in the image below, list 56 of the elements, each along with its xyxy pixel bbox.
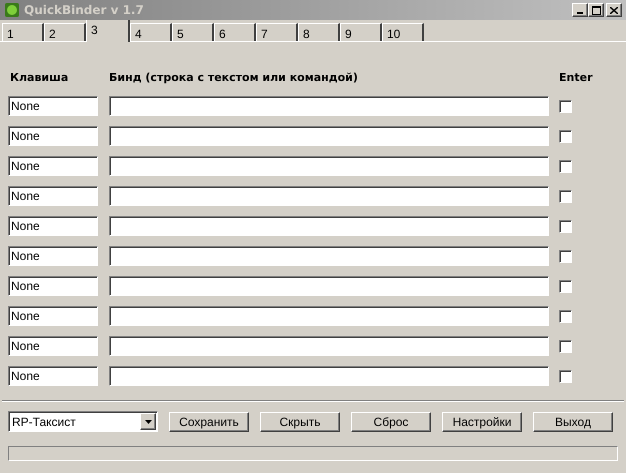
app-icon [4, 2, 20, 18]
tab[interactable]: 5 [172, 23, 214, 41]
bind-field[interactable] [109, 216, 549, 236]
button[interactable]: Скрыть [260, 412, 340, 432]
key-field[interactable]: None [8, 336, 98, 356]
bind-field[interactable] [109, 96, 549, 116]
enter-checkbox[interactable] [559, 340, 572, 352]
tab[interactable]: 9 [340, 23, 382, 41]
window-title: QuickBinder v 1.7 [24, 2, 144, 19]
enter-checkbox[interactable] [559, 160, 572, 172]
tab[interactable]: 10 [382, 23, 424, 41]
enter-checkbox[interactable] [559, 220, 572, 232]
column-header: Бинд (строка с текстом или командой) [109, 70, 359, 86]
button[interactable]: Сброс [351, 412, 431, 432]
bind-field[interactable] [109, 336, 549, 356]
close-button[interactable] [606, 3, 622, 17]
button[interactable]: Сохранить [169, 412, 249, 432]
enter-checkbox[interactable] [559, 280, 572, 292]
bind-field[interactable] [109, 156, 549, 176]
key-field[interactable]: None [8, 126, 98, 146]
enter-checkbox[interactable] [559, 250, 572, 262]
key-field[interactable]: None [8, 186, 98, 206]
bind-field[interactable] [109, 276, 549, 296]
tab[interactable]: 6 [214, 23, 256, 41]
enter-checkbox[interactable] [559, 190, 572, 202]
key-field[interactable]: None [8, 156, 98, 176]
enter-checkbox[interactable] [559, 370, 572, 382]
bind-field[interactable] [109, 186, 549, 206]
tab[interactable]: 7 [256, 23, 298, 41]
tab[interactable]: 3 [86, 20, 130, 42]
maximize-button[interactable] [588, 3, 604, 17]
profile-dropdown[interactable]: RP-Таксист [8, 411, 158, 432]
bind-field[interactable] [109, 366, 549, 386]
key-field[interactable]: None [8, 96, 98, 116]
column-header: Enter [559, 70, 592, 86]
column-header: Клавиша [9, 70, 70, 86]
maximize-icon [592, 6, 600, 14]
key-field[interactable]: None [8, 276, 98, 296]
enter-checkbox[interactable] [559, 130, 572, 142]
key-field[interactable]: None [8, 216, 98, 236]
key-field[interactable]: None [8, 306, 98, 326]
enter-checkbox[interactable] [559, 310, 572, 322]
caret-icon [144, 420, 152, 424]
tab[interactable]: 4 [130, 23, 172, 41]
minimize-button[interactable] [572, 3, 588, 17]
bind-field[interactable] [109, 306, 549, 326]
tab[interactable]: 1 [2, 23, 44, 41]
key-field[interactable]: None [8, 246, 98, 266]
bind-field[interactable] [109, 126, 549, 146]
key-field[interactable]: None [8, 366, 98, 386]
enter-checkbox[interactable] [559, 100, 572, 112]
button[interactable]: Выход [533, 412, 613, 432]
tab[interactable]: 8 [298, 23, 340, 41]
bind-field[interactable] [109, 246, 549, 266]
button[interactable]: Настройки [442, 412, 522, 432]
close-icon [610, 6, 618, 14]
